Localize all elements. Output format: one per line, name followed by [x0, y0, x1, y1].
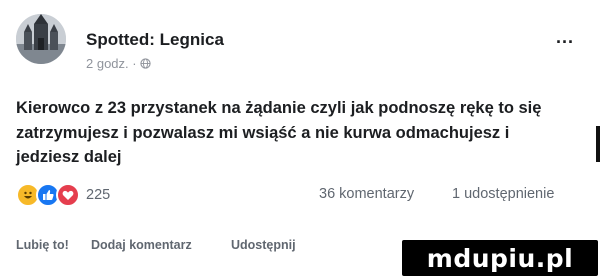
comment-button[interactable]: Dodaj komentarz [91, 238, 192, 252]
watermark-text: mdupiu.pl [426, 243, 574, 273]
page-name[interactable]: Spotted: Legnica [86, 30, 224, 50]
post-time-text: 2 godz. · [86, 56, 137, 71]
post-timestamp[interactable]: 2 godz. · [86, 56, 151, 71]
edge-divider [596, 126, 600, 162]
watermark: mdupiu.pl [402, 240, 598, 276]
more-options-button[interactable]: ... [556, 28, 574, 46]
reactions-summary[interactable]: 225 [16, 183, 110, 207]
reaction-count: 225 [86, 187, 111, 203]
post-stats: 225 36 komentarzy 1 udostępnienie [16, 183, 586, 207]
comments-count[interactable]: 36 komentarzy [319, 186, 414, 202]
share-button[interactable]: Udostępnij [231, 238, 296, 252]
page-avatar[interactable] [16, 14, 66, 64]
post-text: Kierowco z 23 przystanek na żądanie czyl… [16, 99, 542, 166]
facebook-post: Spotted: Legnica 2 godz. · ... Kierowco … [0, 0, 600, 278]
love-icon [56, 183, 80, 207]
shares-count[interactable]: 1 udostępnienie [452, 186, 554, 202]
church-building-icon [16, 14, 66, 64]
globe-icon [139, 58, 151, 69]
like-button[interactable]: Lubię to! [16, 238, 69, 252]
post-header: Spotted: Legnica 2 godz. · ... [16, 14, 586, 71]
